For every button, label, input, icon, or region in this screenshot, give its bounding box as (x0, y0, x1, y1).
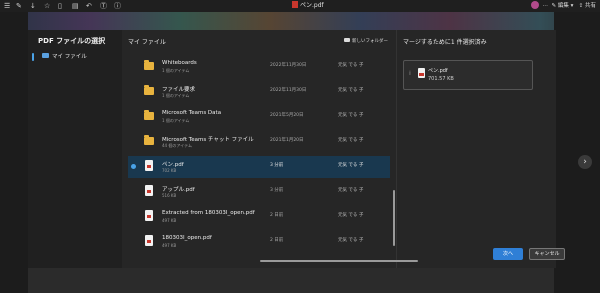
dialog-sidebar: PDF ファイルの選択 マイ ファイル (28, 30, 122, 268)
sidebar-item-my-files[interactable]: マイ ファイル (32, 52, 120, 62)
star-icon[interactable]: ☆ (44, 1, 50, 11)
selected-radio-icon[interactable] (131, 164, 136, 169)
next-page-button[interactable]: › (578, 155, 592, 169)
selected-file-card[interactable]: ⁞ ペン.pdf 701.57 KB (403, 60, 533, 90)
list-item[interactable]: アップル.pdf 516 KB 3 分前 元気 でる 子 (128, 181, 390, 203)
top-toolbar: ☰ ✎ ↓ ☆ ▯ ▤ ↶ Ⓣ ⓘ ペン.pdf ⋯ ✎ 編集 ▾ ⇪ 共有 (0, 0, 600, 12)
selection-panel: マージするために1 件選択済み ⁞ ペン.pdf 701.57 KB 次へ キャ… (397, 30, 565, 268)
vertical-scrollbar[interactable] (393, 190, 395, 246)
breadcrumb: マイ ファイル (128, 39, 166, 46)
list-item[interactable]: ファイル要求 1 個のアイテム 2022年11月30日 元気 でる 子 (128, 81, 390, 103)
pdf-file-icon (145, 185, 153, 196)
left-thumbnail-area (0, 12, 28, 293)
info-icon[interactable]: ⓘ (114, 1, 121, 11)
next-button[interactable]: 次へ (493, 248, 523, 260)
list-item-selected[interactable]: ペン.pdf 702 KB 3 分前 元気 でる 子 (128, 156, 390, 178)
folder-icon (144, 135, 154, 145)
pdf-icon (292, 1, 298, 8)
trash-icon[interactable]: ▯ (58, 1, 62, 11)
pdf-file-picker-dialog: PDF ファイルの選択 マイ ファイル マイ ファイル 新しいフォルダー ☰ ▾… (28, 30, 565, 268)
list-item[interactable]: 180303I_open.pdf 497 KB 2 日前 元気 でる 子 (128, 231, 390, 253)
share-button[interactable]: ⇪ 共有 (575, 3, 596, 9)
toolbar-right: ⋯ ✎ 編集 ▾ ⇪ 共有 (530, 1, 596, 11)
folder-icon (42, 53, 49, 58)
list-item[interactable]: Microsoft Teams Data 1 個のアイテム 2021年5月20日… (128, 106, 390, 128)
chevron-right-icon: › (583, 157, 587, 167)
download-icon[interactable]: ↓ (30, 1, 36, 11)
list-item[interactable]: Extracted from 180303I_open.pdf 497 KB 2… (128, 206, 390, 228)
text-select-icon[interactable]: Ⓣ (100, 1, 107, 11)
avatar[interactable] (530, 1, 539, 9)
selection-indicator (32, 53, 34, 61)
sidebar-title: PDF ファイルの選択 (38, 37, 106, 45)
drag-handle-icon[interactable]: ⁞ (409, 70, 411, 77)
new-folder-button[interactable]: 新しいフォルダー (344, 38, 388, 44)
file-list-pane: マイ ファイル 新しいフォルダー ☰ ▾ Whiteboards 1 個のアイテ… (122, 30, 405, 268)
list-item[interactable]: Microsoft Teams チャット ファイル 44 個のアイテム 2021… (128, 131, 390, 153)
horizontal-scrollbar[interactable] (260, 260, 418, 262)
cancel-button[interactable]: キャンセル (529, 248, 565, 260)
undo-icon[interactable]: ↶ (86, 1, 92, 11)
file-list: Whiteboards 1 個のアイテム 2022年11月30日 元気 でる 子… (128, 56, 390, 268)
pdf-tools-icon[interactable]: ▤ (72, 1, 79, 11)
pdf-file-icon (145, 235, 153, 246)
edit-button[interactable]: ✎ 編集 ▾ (551, 3, 573, 9)
selected-file-size: 701.57 KB (428, 76, 454, 82)
pdf-file-icon (145, 210, 153, 221)
selection-title: マージするために1 件選択済み (403, 39, 487, 46)
document-preview-background (0, 12, 600, 30)
pdf-file-icon (418, 68, 425, 78)
folder-icon (144, 85, 154, 95)
list-item[interactable]: Whiteboards 1 個のアイテム 2022年11月30日 元気 でる 子 (128, 56, 390, 78)
folder-icon (144, 60, 154, 70)
folder-icon (144, 110, 154, 120)
more-icon[interactable]: ⋯ (541, 3, 550, 9)
pdf-file-icon (145, 160, 153, 171)
document-title: ペン.pdf (292, 1, 324, 11)
selected-file-name: ペン.pdf (428, 68, 448, 74)
menu-icon[interactable]: ☰ (4, 1, 10, 11)
pen-icon[interactable]: ✎ (16, 1, 22, 11)
new-folder-icon (344, 38, 350, 42)
